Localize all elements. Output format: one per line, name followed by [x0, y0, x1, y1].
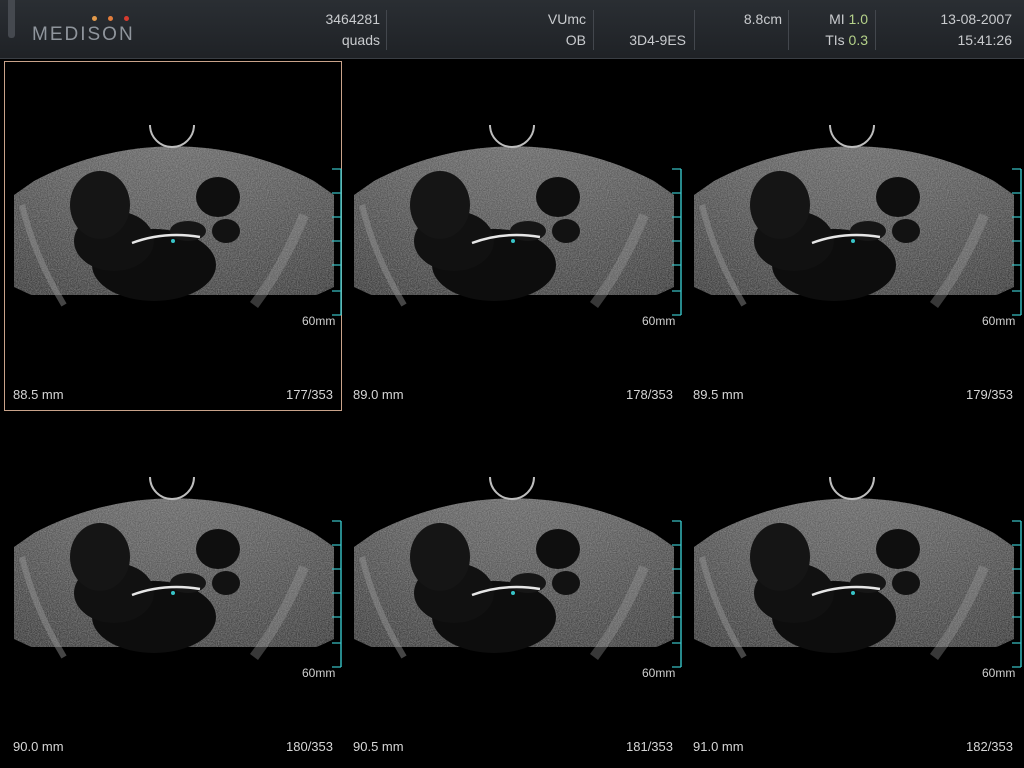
depth-scale-label: 60mm [302, 666, 336, 680]
exam-date: 13-08-2007 [940, 11, 1012, 27]
ultrasound-image [354, 124, 682, 326]
ultrasound-image [694, 124, 1022, 326]
image-frame[interactable]: 60mm 89.0 mm 178/353 [344, 61, 682, 411]
logo-dot-1 [92, 16, 97, 21]
ultrasound-image [14, 476, 342, 678]
depth-scale-label: 60mm [982, 314, 1016, 328]
slice-position: 90.0 mm [13, 739, 64, 754]
depth-scale-label: 60mm [302, 314, 336, 328]
image-frame[interactable]: 60mm 88.5 mm 177/353 [4, 61, 342, 411]
slice-index: 181/353 [626, 739, 673, 754]
tis-readout: TIs 0.3 [792, 30, 868, 51]
status-header: MEDISON 3464281 quads VUmc OB 3D4-9ES 8.… [0, 0, 1024, 59]
header-divider [593, 10, 594, 50]
slice-position: 90.5 mm [353, 739, 404, 754]
image-frame[interactable]: 60mm 89.5 mm 179/353 [684, 61, 1022, 411]
image-frame[interactable]: 60mm 91.0 mm 182/353 [684, 413, 1022, 763]
header-divider [386, 10, 387, 50]
tis-label: TIs [825, 32, 845, 48]
slice-position: 88.5 mm [13, 387, 64, 402]
depth-scale-label: 60mm [642, 666, 676, 680]
mi-value: 1.0 [848, 11, 868, 27]
tis-value: 0.3 [848, 32, 868, 48]
image-frame[interactable]: 60mm 90.0 mm 180/353 [4, 413, 342, 763]
slice-position: 89.0 mm [353, 387, 404, 402]
header-divider [788, 10, 789, 50]
header-divider [694, 10, 695, 50]
depth-scale-label: 60mm [982, 666, 1016, 680]
ultrasound-image [694, 476, 1022, 678]
application-preset: OB [565, 32, 586, 48]
ultrasound-image [354, 476, 682, 678]
image-frame[interactable]: 60mm 90.5 mm 181/353 [344, 413, 682, 763]
exam-time: 15:41:26 [957, 32, 1013, 48]
logo-dot-2 [108, 16, 113, 21]
date-time: 13-08-2007 15:41:26 [900, 9, 1012, 51]
patient-id: 3464281 [325, 11, 380, 27]
logo-dot-3 [124, 16, 129, 21]
slice-index: 182/353 [966, 739, 1013, 754]
probe-name: 3D4-9ES [629, 32, 686, 48]
slice-index: 178/353 [626, 387, 673, 402]
slice-index: 180/353 [286, 739, 333, 754]
safety-indices: MI 1.0 TIs 0.3 [792, 9, 868, 51]
medison-logo: MEDISON [32, 8, 142, 48]
brand-name: MEDISON [32, 24, 135, 45]
institution-name: VUmc [547, 11, 586, 27]
header-divider [875, 10, 876, 50]
patient-info: 3464281 quads [300, 9, 380, 51]
depth-scale-label: 60mm [642, 314, 676, 328]
ultrasound-image [14, 124, 342, 326]
header-handle[interactable] [8, 0, 15, 38]
exam-info: VUmc OB [500, 9, 586, 51]
slice-position: 91.0 mm [693, 739, 744, 754]
image-depth: 8.8cm [743, 11, 782, 27]
logo-dots [92, 16, 129, 21]
mi-label: MI [829, 11, 845, 27]
mi-readout: MI 1.0 [792, 9, 868, 30]
display-mode: quads [341, 32, 380, 48]
slice-position: 89.5 mm [693, 387, 744, 402]
slice-index: 179/353 [966, 387, 1013, 402]
slice-index: 177/353 [286, 387, 333, 402]
